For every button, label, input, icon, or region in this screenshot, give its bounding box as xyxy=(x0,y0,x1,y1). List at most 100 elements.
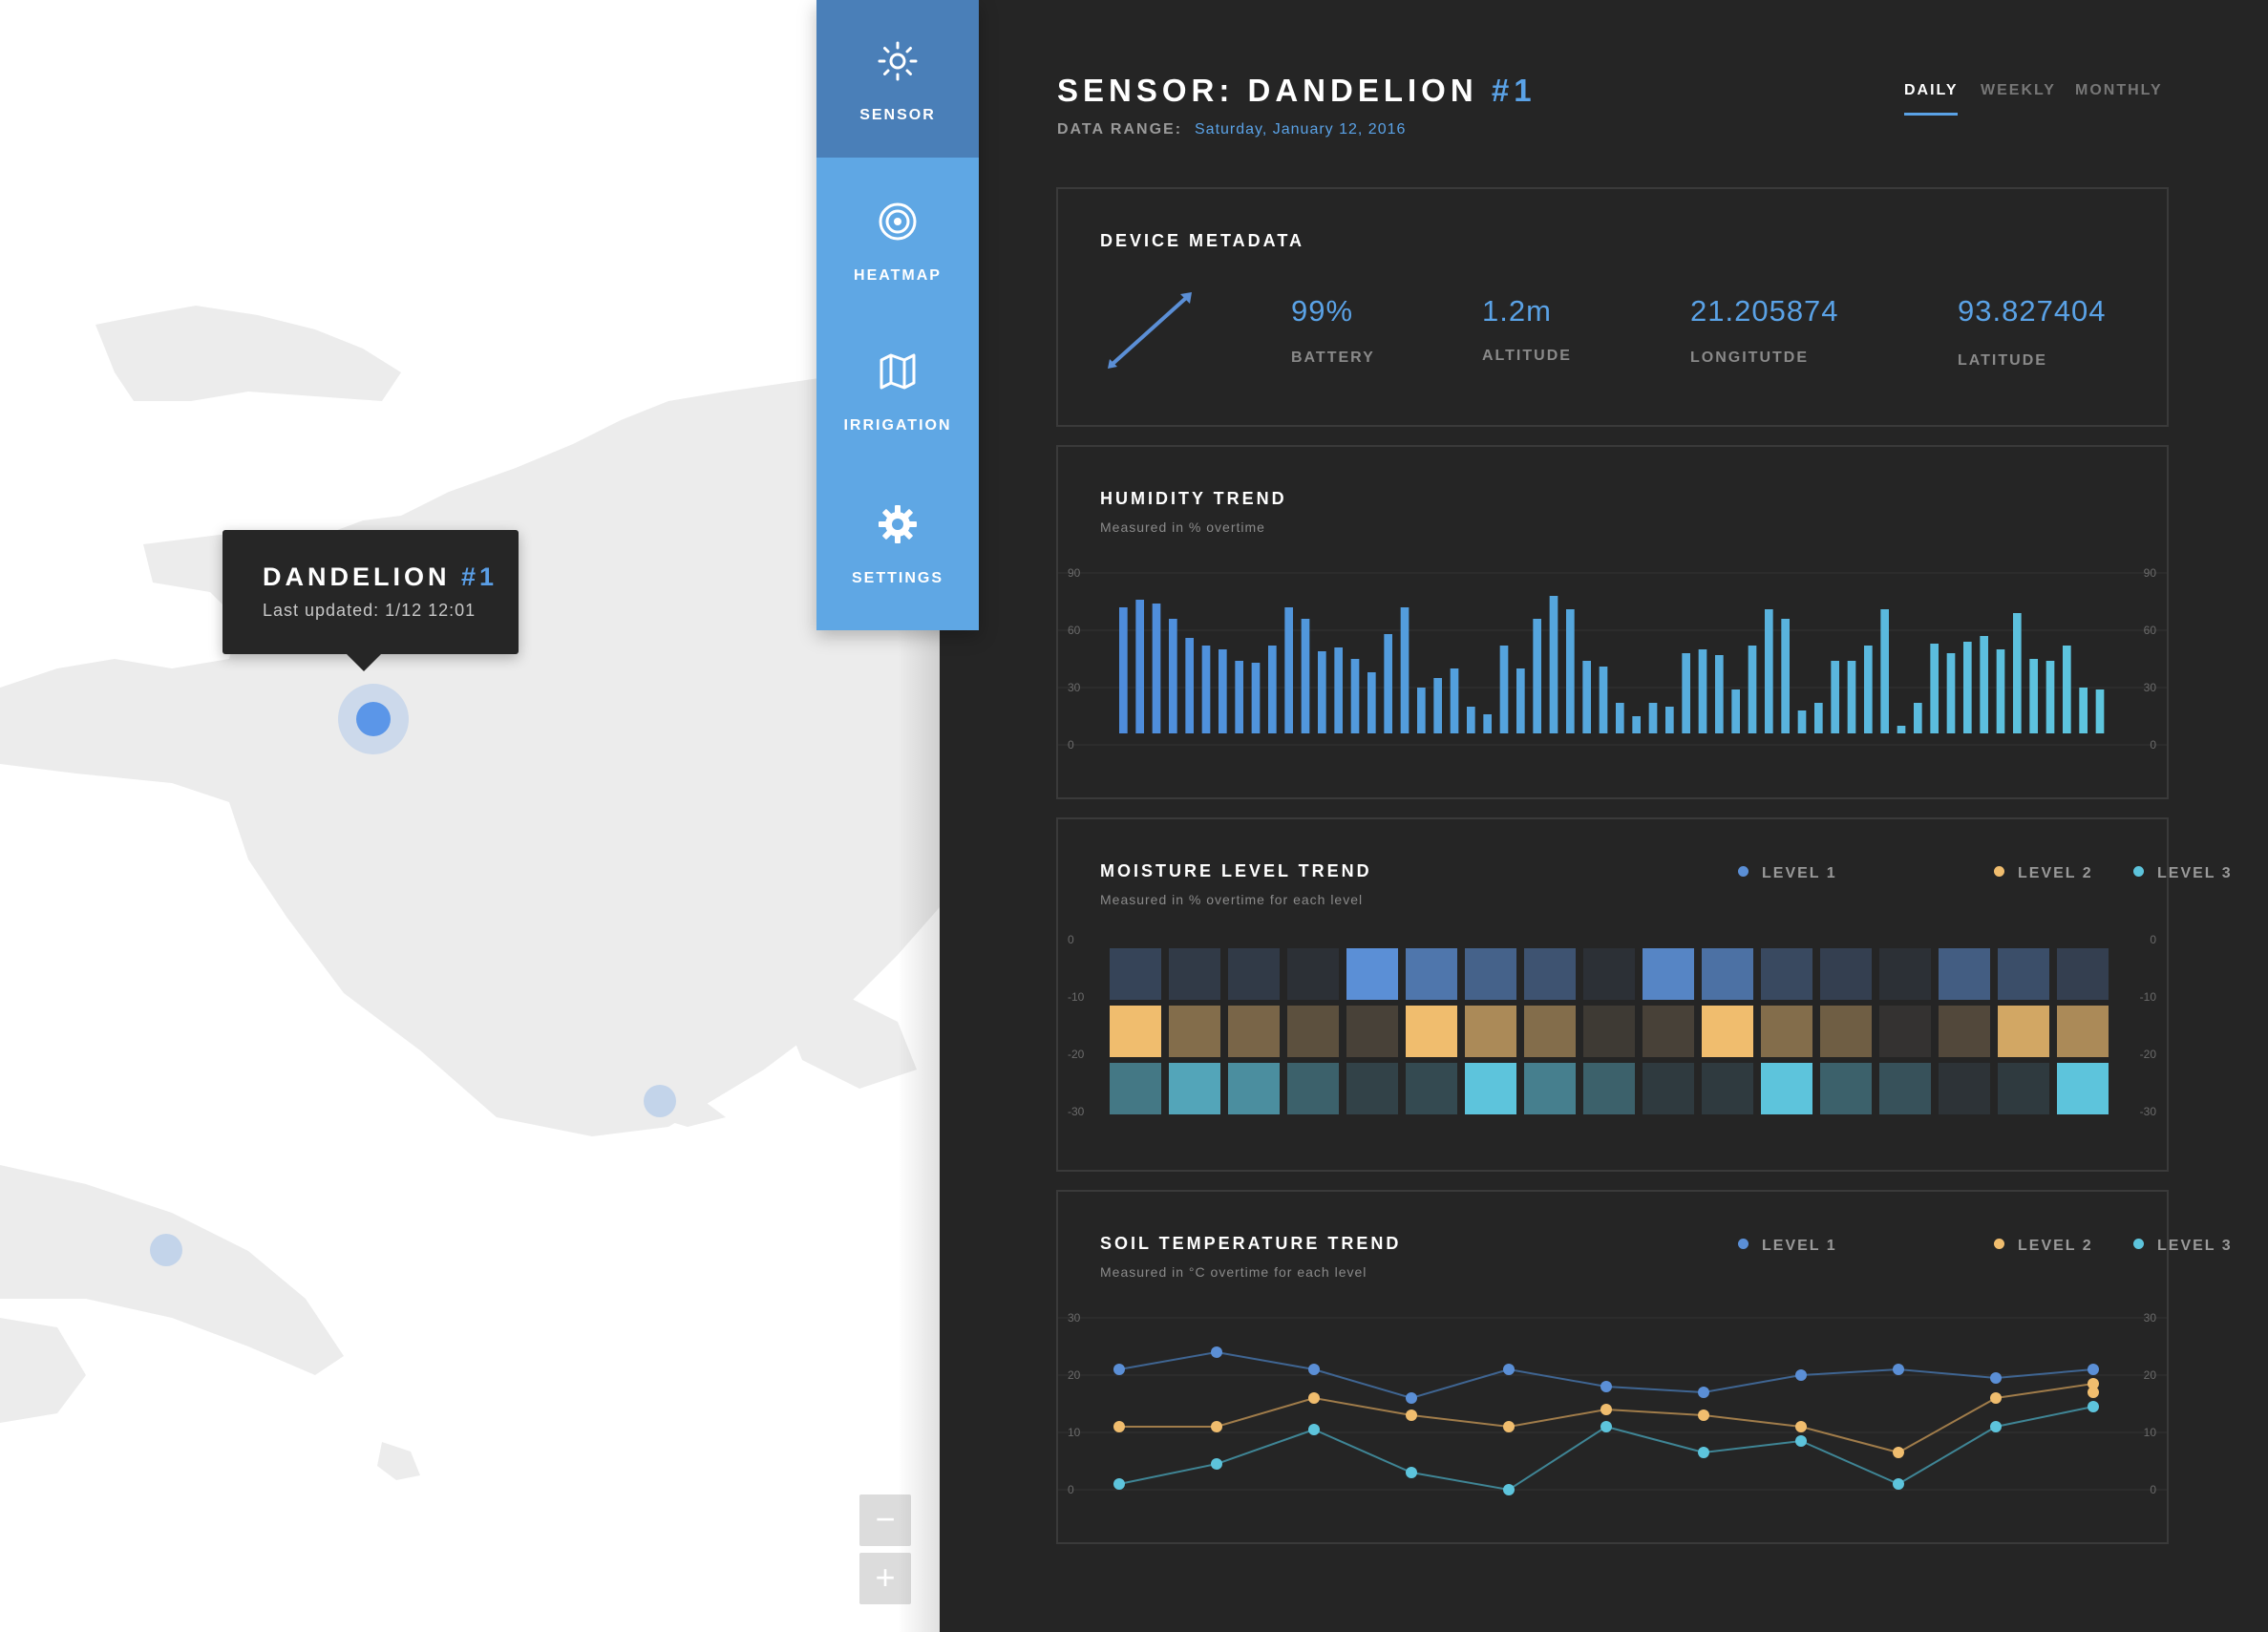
y-tick-label: 90 xyxy=(2144,566,2157,580)
humidity-bar xyxy=(1318,651,1326,733)
y-tick-label: 0 xyxy=(2150,933,2156,946)
heatmap-cell xyxy=(1524,1006,1576,1057)
data-point-level-2 xyxy=(1698,1409,1709,1421)
heatmap-cell xyxy=(1346,1063,1398,1114)
nav-item-irrigation[interactable]: IRRIGATION xyxy=(816,310,979,468)
page-title-text: SENSOR: DANDELION xyxy=(1057,73,1478,108)
data-point-level-1 xyxy=(1795,1369,1807,1381)
latitude-value: 93.827404 xyxy=(1958,294,2107,328)
data-point-level-1 xyxy=(1503,1364,1515,1375)
heatmap-cell xyxy=(1643,1006,1694,1057)
tooltip-title-text: DANDELION xyxy=(263,562,451,591)
data-point-level-3 xyxy=(1698,1447,1709,1458)
legend-dot xyxy=(1738,1239,1749,1249)
humidity-bar xyxy=(1301,619,1310,733)
heatmap-cell xyxy=(1228,1063,1280,1114)
panel-shadow xyxy=(898,630,940,1632)
sidebar-nav: SENSOR HEATMAP IRRIGATION SETTINGS xyxy=(816,0,979,630)
soil-temp-subtitle: Measured in °C overtime for each level xyxy=(1100,1264,1367,1280)
moisture-panel: MOISTURE LEVEL TREND Measured in % overt… xyxy=(1056,817,2231,1172)
y-tick-label: 20 xyxy=(2144,1368,2157,1382)
legend-level-3: LEVEL 3 xyxy=(2133,865,2233,882)
humidity-bar xyxy=(1682,653,1690,733)
nav-label-heatmap: HEATMAP xyxy=(854,267,942,284)
humidity-bar xyxy=(1450,668,1459,733)
humidity-bar xyxy=(1864,646,1873,733)
nav-label-settings: SETTINGS xyxy=(851,570,943,586)
data-point-level-1 xyxy=(1308,1364,1320,1375)
heatmap-cell xyxy=(2057,1006,2109,1057)
y-tick-label: 20 xyxy=(1068,1368,1081,1382)
tab-monthly[interactable]: MONTHLY xyxy=(2075,82,2163,99)
date-range-value[interactable]: Saturday, January 12, 2016 xyxy=(1195,121,1406,138)
heatmap-cell xyxy=(1820,1063,1872,1114)
gear-icon xyxy=(879,505,917,543)
heatmap-cell xyxy=(1998,1063,2049,1114)
humidity-bar xyxy=(1847,661,1856,733)
humidity-bar xyxy=(1384,634,1392,733)
y-tick-label: 30 xyxy=(1068,1311,1081,1325)
nav-item-settings[interactable]: SETTINGS xyxy=(816,463,979,621)
y-tick-label: -30 xyxy=(1068,1105,1085,1118)
heatmap-cell xyxy=(1406,1063,1457,1114)
altitude-label: ALTITUDE xyxy=(1482,348,1572,364)
heatmap-cell xyxy=(1702,1006,1753,1057)
y-tick-label: 0 xyxy=(2150,1483,2156,1496)
heatmap-cell xyxy=(1583,1063,1635,1114)
altitude-value: 1.2m xyxy=(1482,294,1552,328)
humidity-bar xyxy=(1665,707,1674,733)
heatmap-cell xyxy=(1465,948,1516,1000)
moisture-heatmap: 0 0 -10 -10 -20 -20 -30 -30 xyxy=(1068,933,2157,1118)
sensor-pin[interactable] xyxy=(150,1234,182,1266)
sensor-pin[interactable] xyxy=(644,1085,676,1117)
nav-item-heatmap[interactable]: HEATMAP xyxy=(816,160,979,318)
humidity-bar xyxy=(1632,716,1641,733)
humidity-bar xyxy=(1400,607,1410,733)
map-area[interactable]: DANDELION #1 Last updated: 1/12 12:01 − … xyxy=(0,0,940,1632)
humidity-bar xyxy=(1648,703,1658,733)
heatmap-cell xyxy=(1524,1063,1576,1114)
y-tick-label: 0 xyxy=(1068,933,1074,946)
legend-level-1: LEVEL 1 xyxy=(1738,865,1837,882)
humidity-bar xyxy=(1814,703,1823,733)
map-icon xyxy=(880,353,916,390)
selected-sensor-pin[interactable] xyxy=(356,702,391,736)
humidity-title: HUMIDITY TREND xyxy=(1100,489,1287,508)
sun-icon xyxy=(878,41,918,81)
data-point-level-1 xyxy=(1698,1387,1709,1398)
humidity-bar xyxy=(1251,663,1261,733)
y-tick-label: 90 xyxy=(1068,566,1081,580)
map-landmass xyxy=(0,306,940,1480)
data-point-level-1 xyxy=(1406,1392,1417,1404)
tab-weekly[interactable]: WEEKLY xyxy=(1981,82,2056,99)
heatmap-cell xyxy=(1702,1063,1753,1114)
nav-item-sensor[interactable]: SENSOR xyxy=(816,0,979,158)
humidity-bar xyxy=(1119,607,1128,733)
legend-label: LEVEL 3 xyxy=(2157,1238,2233,1254)
data-point-level-2 xyxy=(1600,1404,1612,1415)
nav-label-irrigation: IRRIGATION xyxy=(843,417,952,434)
data-point-level-1 xyxy=(1893,1364,1904,1375)
humidity-bar xyxy=(1201,646,1211,733)
tab-daily[interactable]: DAILY xyxy=(1904,82,1959,99)
humidity-bar xyxy=(1467,707,1475,733)
y-tick-label: -30 xyxy=(2140,1105,2157,1118)
y-tick-label: 0 xyxy=(1068,738,1074,752)
heatmap-cell xyxy=(2057,948,2109,1000)
tooltip-subtitle: Last updated: 1/12 12:01 xyxy=(263,601,477,620)
data-point-level-3 xyxy=(1600,1421,1612,1432)
nav-label-sensor: SENSOR xyxy=(859,107,936,123)
legend-label: LEVEL 1 xyxy=(1762,1238,1837,1254)
heatmap-cell xyxy=(1110,1063,1161,1114)
dashboard-panel: SENSOR: DANDELION #1 DATA RANGE: Saturda… xyxy=(940,0,2268,1632)
humidity-bar xyxy=(1483,714,1492,733)
data-point-level-1 xyxy=(2088,1364,2099,1375)
humidity-bar xyxy=(2029,659,2038,733)
legend-dot xyxy=(1994,866,2004,877)
battery-value: 99% xyxy=(1291,294,1354,328)
soil-temperature-chart: 30 30 20 20 10 10 0 0 xyxy=(1058,1311,2167,1496)
heatmap-cell xyxy=(1524,948,1576,1000)
data-point-level-3 xyxy=(1893,1478,1904,1490)
humidity-bar xyxy=(1996,649,2005,733)
data-point-level-2 xyxy=(1503,1421,1515,1432)
